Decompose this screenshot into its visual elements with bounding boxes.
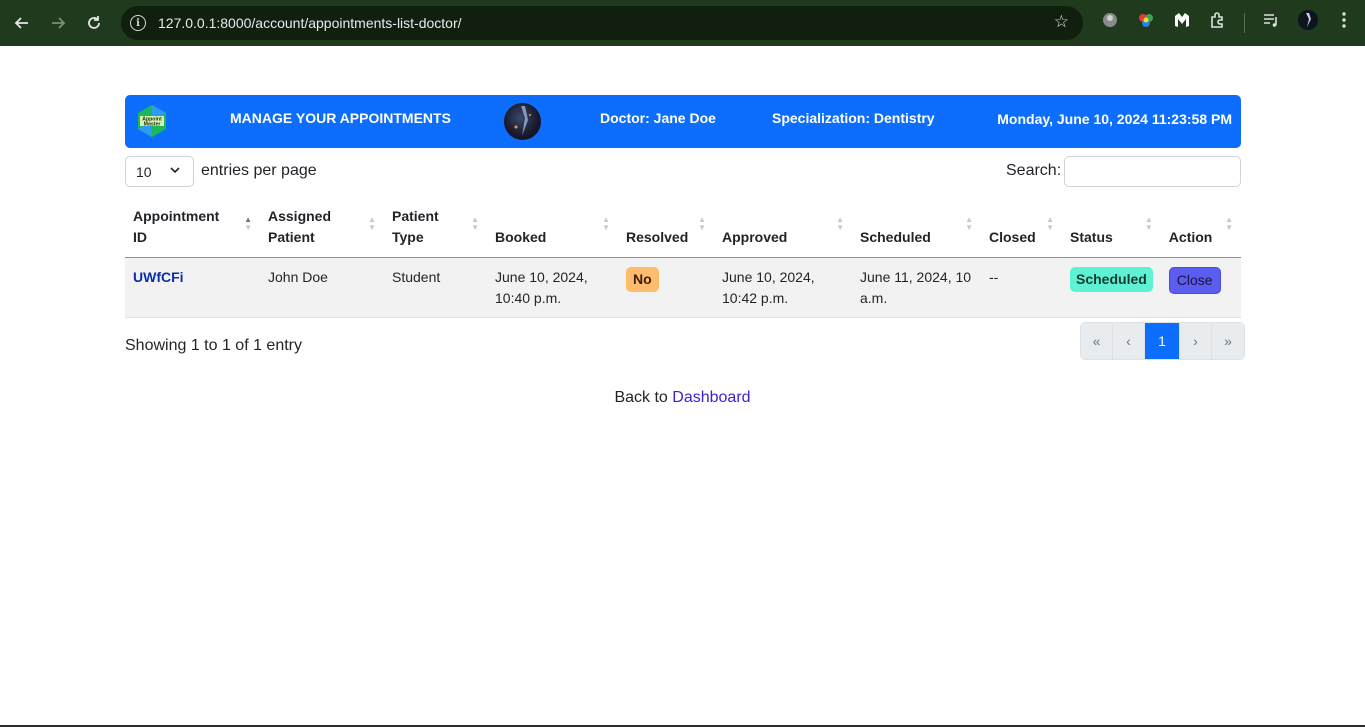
next-page-button[interactable]: › — [1180, 323, 1212, 359]
sort-icon: ▲ ▼ — [1046, 215, 1054, 232]
cell-scheduled: June 11, 2024, 10 a.m. — [852, 257, 981, 318]
page-title: MANAGE YOUR APPOINTMENTS — [230, 110, 451, 126]
site-info-icon[interactable]: i — [130, 15, 146, 31]
cell-closed: -- — [981, 257, 1062, 318]
cell-resolved: No — [618, 257, 714, 318]
col-status[interactable]: Status ▲ ▼ — [1062, 198, 1161, 258]
sort-asc-icon: ▲ ▼ — [244, 215, 252, 232]
malwarebytes-extension-icon[interactable] — [1171, 9, 1193, 31]
col-booked[interactable]: Booked ▲ ▼ — [487, 198, 618, 258]
address-bar[interactable]: i 127.0.0.1:8000/account/appointments-li… — [121, 6, 1083, 40]
sort-icon: ▲ ▼ — [965, 215, 973, 232]
back-to-dashboard: Back to Dashboard — [0, 389, 1365, 407]
last-page-button[interactable]: » — [1212, 323, 1244, 359]
cell-status: Scheduled — [1062, 257, 1161, 318]
col-appointment-id[interactable]: Appointment ID ▲ ▼ — [125, 198, 260, 258]
browser-menu-icon[interactable] — [1333, 9, 1355, 31]
cell-assigned-patient: John Doe — [260, 257, 384, 318]
cell-action: Close — [1160, 257, 1241, 318]
profile-avatar-icon[interactable] — [1297, 9, 1319, 31]
forward-arrow-icon[interactable] — [44, 9, 72, 37]
appointments-table: Appointment ID ▲ ▼ Assigned Patient ▲ ▼ Pati… — [125, 198, 1241, 318]
doctor-specialization: Specialization: Dentistry — [772, 110, 935, 126]
sort-icon: ▲ ▼ — [1144, 215, 1153, 232]
table-row: UWfCFi John Doe Student June 10, 2024, 10… — [125, 257, 1241, 318]
toolbar-divider — [1244, 13, 1245, 33]
col-closed[interactable]: Closed ▲ ▼ — [981, 198, 1062, 258]
col-patient-type[interactable]: Patient Type ▲ ▼ — [384, 198, 487, 258]
appointments-header: Appoint Master MANAGE YOUR APPOINTMENTS … — [125, 95, 1241, 148]
search-input[interactable] — [1064, 156, 1241, 187]
appointment-id-link[interactable]: UWfCFi — [133, 269, 184, 285]
dashboard-link[interactable]: Dashboard — [672, 389, 750, 406]
pagination: « ‹ 1 › » — [1080, 322, 1245, 360]
doctor-avatar — [504, 103, 541, 140]
page-length-select[interactable]: 10 — [125, 156, 194, 187]
col-approved[interactable]: Approved ▲ ▼ — [714, 198, 852, 258]
resolved-badge: No — [626, 267, 659, 292]
media-queue-icon[interactable] — [1260, 9, 1282, 31]
incognito-extension-icon[interactable] — [1099, 9, 1121, 31]
cell-patient-type: Student — [384, 257, 487, 318]
sort-icon: ▲ ▼ — [471, 215, 479, 232]
sort-icon: ▲ ▼ — [836, 215, 844, 232]
sort-icon: ▲ ▼ — [698, 215, 706, 232]
sort-icon: ▲ ▼ — [368, 215, 376, 232]
col-resolved[interactable]: Resolved ▲ ▼ — [618, 198, 714, 258]
url-text: 127.0.0.1:8000/account/appointments-list… — [158, 15, 462, 31]
back-arrow-icon[interactable] — [8, 9, 36, 37]
col-action[interactable]: Action ▲ ▼ — [1160, 198, 1241, 258]
sort-icon: ▲ ▼ — [602, 215, 610, 232]
entries-per-page-label: entries per page — [201, 162, 317, 179]
status-badge: Scheduled — [1070, 267, 1153, 292]
table-header-row: Appointment ID ▲ ▼ Assigned Patient ▲ ▼ Pati… — [125, 198, 1241, 258]
table-info: Showing 1 to 1 of 1 entry — [125, 337, 302, 354]
previous-page-button[interactable]: ‹ — [1113, 323, 1145, 359]
reload-icon[interactable] — [80, 9, 108, 37]
close-appointment-button[interactable]: Close — [1168, 267, 1221, 294]
extensions-puzzle-icon[interactable] — [1207, 9, 1229, 31]
bookmark-star-icon[interactable]: ☆ — [1054, 12, 1069, 32]
back-prefix: Back to — [614, 389, 668, 406]
cell-approved: June 10, 2024, 10:42 p.m. — [714, 257, 852, 318]
chevron-down-icon — [169, 164, 181, 179]
cell-booked: June 10, 2024, 10:40 p.m. — [487, 257, 618, 318]
appoint-master-logo: Appoint Master — [138, 105, 166, 137]
svg-text:Master: Master — [144, 122, 161, 128]
sort-icon: ▲ ▼ — [1225, 215, 1233, 232]
cell-appointment-id: UWfCFi — [125, 257, 260, 318]
page-length-value: 10 — [136, 163, 152, 180]
color-extension-icon[interactable] — [1135, 9, 1157, 31]
doctor-name: Doctor: Jane Doe — [600, 110, 716, 126]
col-assigned-patient[interactable]: Assigned Patient ▲ ▼ — [260, 198, 384, 258]
current-datetime: Monday, June 10, 2024 11:23:58 PM — [997, 111, 1232, 127]
search-label: Search: — [1006, 162, 1062, 179]
first-page-button[interactable]: « — [1081, 323, 1113, 359]
page-1-button[interactable]: 1 — [1145, 323, 1180, 359]
browser-toolbar: i 127.0.0.1:8000/account/appointments-li… — [0, 0, 1365, 46]
col-scheduled[interactable]: Scheduled ▲ ▼ — [852, 198, 981, 258]
